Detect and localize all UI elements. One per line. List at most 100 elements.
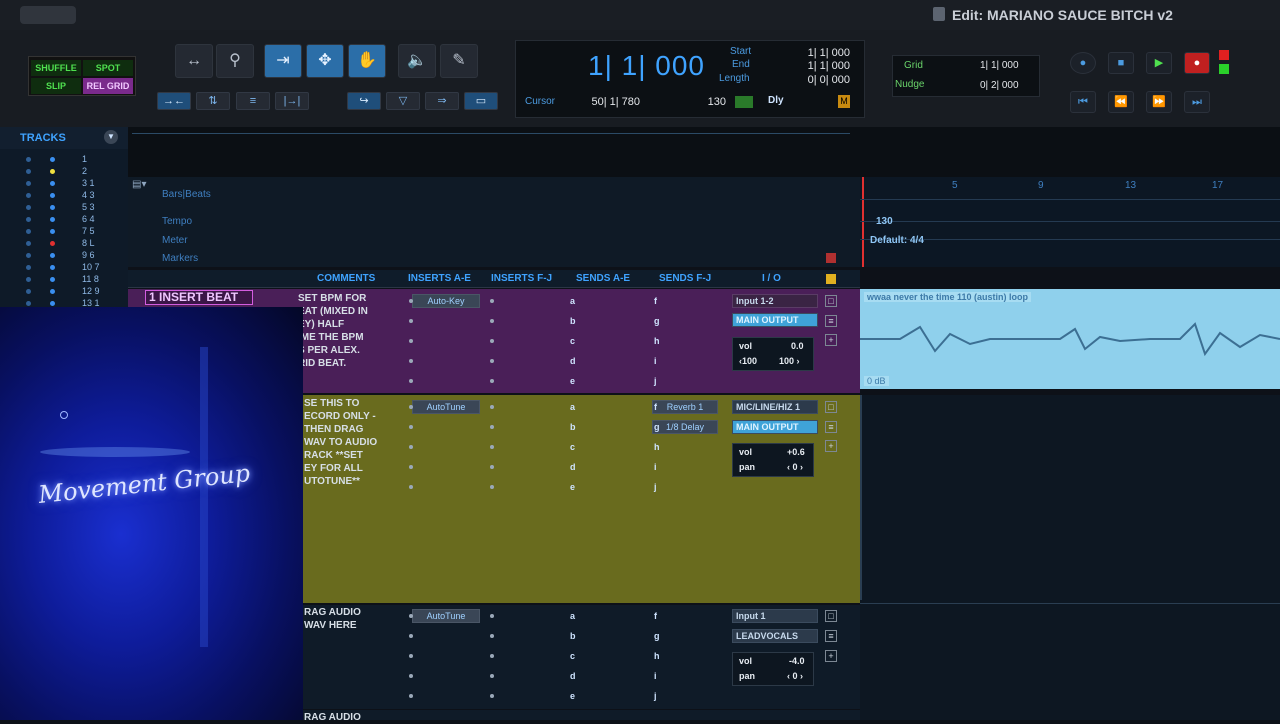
universe-view-icon[interactable]: ▭ (464, 92, 498, 110)
insert-empty-slot[interactable] (490, 694, 494, 698)
insert-empty-slot[interactable] (490, 319, 494, 323)
vol-value[interactable]: +0.6 (787, 447, 805, 457)
metronome-icon[interactable]: M (838, 95, 850, 108)
track-list-item[interactable]: 10 7 (22, 262, 122, 274)
send-slot-g[interactable]: g (654, 631, 660, 641)
track-list-item[interactable]: 8 L (22, 238, 122, 250)
add-icon[interactable]: + (825, 440, 837, 452)
send-slot-b[interactable]: b (570, 316, 576, 326)
track-show-icon[interactable] (26, 205, 31, 210)
track-list-item[interactable]: 5 3 (22, 202, 122, 214)
meter-marker-value[interactable]: Default: 4/4 (870, 235, 924, 246)
track-show-icon[interactable] (26, 265, 31, 270)
spot-mode-button[interactable]: SPOT (83, 60, 133, 76)
send-slot-d[interactable]: d (570, 462, 576, 472)
insert-empty-slot[interactable] (490, 654, 494, 658)
audio-clip[interactable] (860, 289, 1280, 389)
input-selector[interactable]: Input 1 (732, 609, 818, 623)
send-slot-f[interactable]: f (654, 402, 657, 412)
track-list-item[interactable]: 12 9 (22, 286, 122, 298)
insert-slot[interactable]: Auto-Key (412, 294, 480, 308)
send-slot-j[interactable]: j (654, 376, 657, 386)
pan-value[interactable]: ‹ 0 › (787, 462, 803, 472)
meter-ruler-label[interactable]: Meter (162, 235, 188, 246)
fast-forward-icon[interactable]: ⏩ (1146, 91, 1172, 113)
insert-empty-slot[interactable] (409, 425, 413, 429)
insert-empty-slot[interactable] (490, 614, 494, 618)
markers-ruler-label[interactable]: Markers (162, 253, 198, 264)
track-comment[interactable]: RAG AUDIO (304, 711, 361, 724)
pan-right-value[interactable]: 100 › (779, 356, 800, 366)
send-slot-g[interactable]: g (654, 422, 660, 432)
online-icon[interactable]: ● (1070, 52, 1096, 74)
send-slot-h[interactable]: h (654, 442, 660, 452)
track-show-icon[interactable] (26, 277, 31, 282)
add-icon[interactable]: + (825, 650, 837, 662)
keyboard-focus-icon[interactable]: ↪ (347, 92, 381, 110)
insert-empty-slot[interactable] (490, 359, 494, 363)
track-show-icon[interactable] (26, 301, 31, 306)
end-value[interactable]: 1| 1| 000 (790, 60, 850, 72)
timeline-area[interactable] (860, 395, 1280, 720)
output-selector[interactable]: MAIN OUTPUT (732, 420, 818, 434)
insert-slot[interactable]: AutoTune (412, 609, 480, 623)
go-to-end-icon[interactable]: ⏭ (1184, 91, 1210, 113)
send-slot-a[interactable]: a (570, 402, 575, 412)
start-value[interactable]: 1| 1| 000 (790, 47, 850, 59)
loop-playback-icon[interactable]: ▶ (1146, 52, 1172, 74)
track-show-icon[interactable] (26, 241, 31, 246)
insert-empty-slot[interactable] (490, 425, 494, 429)
insert-slot[interactable]: AutoTune (412, 400, 480, 414)
io-square-icon[interactable]: □ (825, 610, 837, 622)
pan-value[interactable]: ‹ 0 › (787, 671, 803, 681)
insert-empty-slot[interactable] (490, 465, 494, 469)
io-square-icon[interactable]: □ (825, 295, 837, 307)
track-comment[interactable]: SE THIS TO ECORD ONLY - THEN DRAG WAV TO… (304, 397, 377, 488)
bars-beats-ruler-label[interactable]: Bars|Beats (162, 189, 211, 200)
send-slot-h[interactable]: h (654, 336, 660, 346)
clip-gain[interactable]: 0 dB (864, 376, 889, 386)
send-slot-a[interactable]: a (570, 296, 575, 306)
link-track-icon[interactable]: ≡ (236, 92, 270, 110)
link-timeline-icon[interactable]: ⇅ (196, 92, 230, 110)
send-slot-j[interactable]: j (654, 691, 657, 701)
insert-empty-slot[interactable] (490, 405, 494, 409)
tempo-value[interactable]: 130 (690, 96, 726, 108)
insert-empty-slot[interactable] (409, 299, 413, 303)
add-icon[interactable]: + (825, 334, 837, 346)
tempo-ruler-label[interactable]: Tempo (162, 216, 192, 227)
send-slot-f[interactable]: f (654, 296, 657, 306)
shuffle-mode-button[interactable]: SHUFFLE (31, 60, 81, 76)
insert-empty-slot[interactable] (409, 319, 413, 323)
insert-empty-slot[interactable] (409, 614, 413, 618)
send-slot-j[interactable]: j (654, 482, 657, 492)
send-slot-d[interactable]: d (570, 671, 576, 681)
io-list-icon[interactable]: ≡ (825, 630, 837, 642)
io-list-icon[interactable]: ≡ (825, 315, 837, 327)
insert-empty-slot[interactable] (409, 634, 413, 638)
grabber-tool-icon[interactable]: ✋ (348, 44, 386, 78)
nudge-value[interactable]: 0| 2| 000 (980, 80, 1019, 91)
stop-icon[interactable]: ■ (1108, 52, 1134, 74)
add-marker-icon[interactable] (826, 253, 836, 263)
send-slot-i[interactable]: i (654, 671, 657, 681)
slip-mode-button[interactable]: SLIP (31, 78, 81, 94)
send-slot-a[interactable]: a (570, 611, 575, 621)
send-slot-f[interactable]: f (654, 611, 657, 621)
insert-empty-slot[interactable] (409, 694, 413, 698)
send-slot-h[interactable]: h (654, 651, 660, 661)
track-list-item[interactable]: 2 (22, 166, 122, 178)
insert-empty-slot[interactable] (490, 445, 494, 449)
window-controls[interactable] (20, 6, 76, 24)
send-slot-i[interactable]: i (654, 462, 657, 472)
grid-value[interactable]: 1| 1| 000 (980, 60, 1019, 71)
length-value[interactable]: 0| 0| 000 (790, 74, 850, 86)
send-slot-g[interactable]: g (654, 316, 660, 326)
track-list-item[interactable]: 9 6 (22, 250, 122, 262)
track-list-item[interactable]: 3 1 (22, 178, 122, 190)
track-list-item[interactable]: 11 8 (22, 274, 122, 286)
zoomer-icon[interactable]: ⚲ (216, 44, 254, 78)
tracks-menu-icon[interactable]: ▼ (104, 130, 118, 144)
send-slot-i[interactable]: i (654, 356, 657, 366)
insert-empty-slot[interactable] (409, 379, 413, 383)
